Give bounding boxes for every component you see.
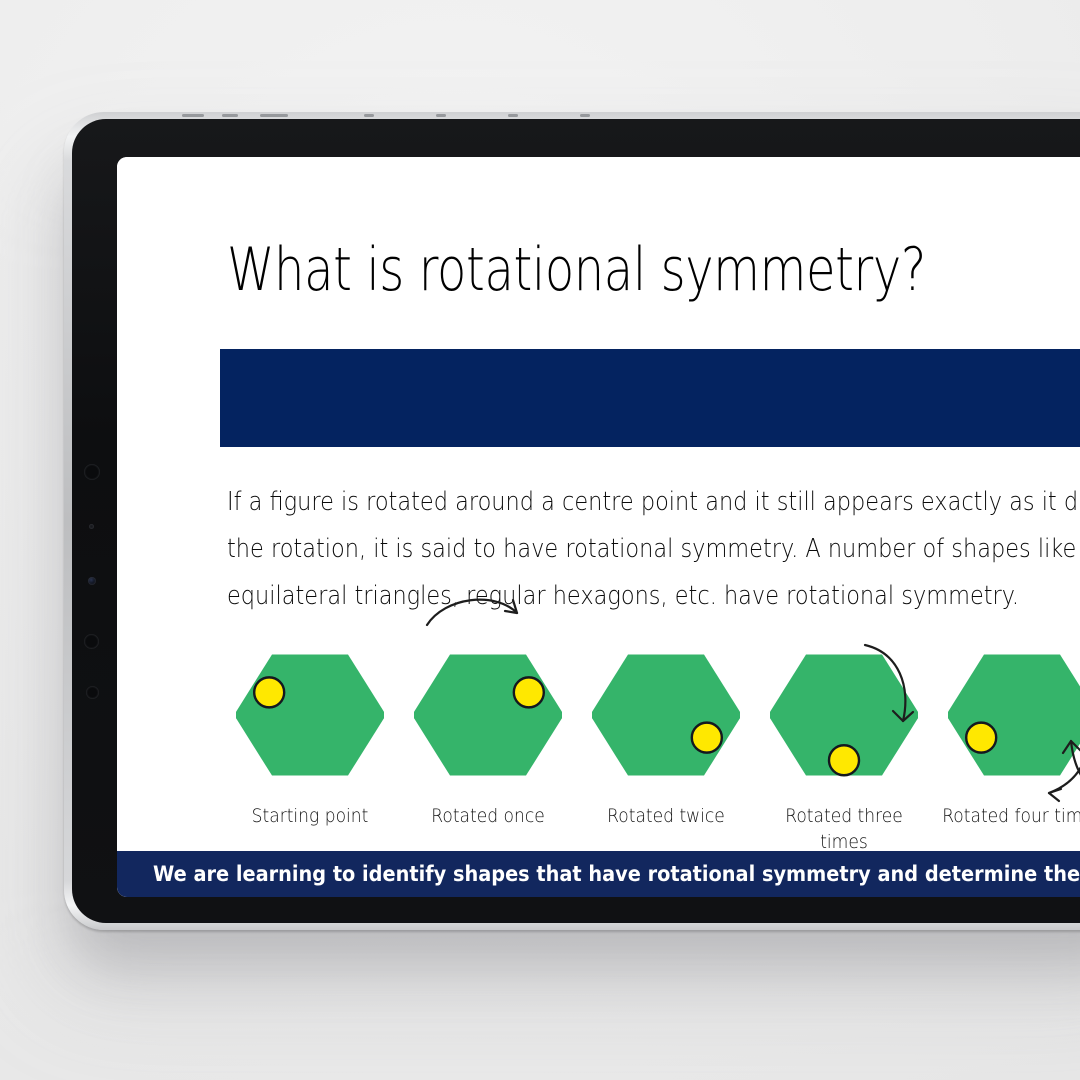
hexagon-polygon — [236, 654, 384, 775]
hexagon-shape — [770, 635, 918, 795]
rotation-step: Rotated once — [399, 635, 577, 885]
hexagon-shape — [948, 635, 1080, 795]
rotation-step-label: Rotated three times — [764, 803, 924, 855]
antenna-line — [260, 114, 288, 117]
front-camera-icon — [84, 464, 100, 480]
rotation-step-label: Starting point — [230, 803, 390, 829]
secondary-sensor-icon — [86, 686, 99, 699]
antenna-line — [182, 114, 204, 117]
hexagon-polygon — [414, 654, 562, 775]
antenna-line — [508, 114, 518, 117]
rotation-marker-dot — [254, 677, 284, 707]
rotation-step: Rotated twice — [577, 635, 755, 885]
antenna-line — [364, 114, 374, 117]
rotation-marker-dot — [692, 723, 722, 753]
learning-intention-banner: We are learning to identify shapes that … — [117, 851, 1080, 897]
page-title: What is rotational symmetry? — [227, 235, 926, 305]
rotation-marker-dot — [514, 677, 544, 707]
learning-intention-text: We are learning to identify shapes that … — [153, 862, 1080, 886]
rotation-diagram: Starting point Rotated once Rotated twice R… — [221, 635, 1080, 885]
tablet-screen[interactable]: What is rotational symmetry? If a figure… — [117, 157, 1080, 897]
presentation-slide: What is rotational symmetry? If a figure… — [117, 157, 1080, 897]
tablet-device: What is rotational symmetry? If a figure… — [64, 112, 1080, 930]
ambient-light-sensor-icon — [89, 524, 94, 529]
body-paragraph: If a figure is rotated around a centre p… — [227, 479, 1080, 620]
microphone-icon — [84, 634, 99, 649]
proximity-sensor-icon — [88, 577, 96, 585]
tablet-bezel: What is rotational symmetry? If a figure… — [72, 119, 1080, 923]
antenna-line — [436, 114, 446, 117]
antenna-line — [580, 114, 590, 117]
hexagon-shape — [414, 635, 562, 795]
rotation-step-label: Rotated twice — [586, 803, 746, 829]
rotation-marker-dot — [829, 745, 859, 775]
rotation-step: Starting point — [221, 635, 399, 885]
accent-bar — [220, 349, 1080, 447]
hexagon-shape — [236, 635, 384, 795]
hexagon-polygon — [948, 654, 1080, 775]
rotation-step: Rotated four times — [933, 635, 1080, 885]
rotation-step-label: Rotated four times — [942, 803, 1080, 829]
screenshot-scene: What is rotational symmetry? If a figure… — [0, 0, 1080, 1080]
rotation-marker-dot — [966, 723, 996, 753]
rotation-step-label: Rotated once — [408, 803, 568, 829]
hexagon-polygon — [592, 654, 740, 775]
rotation-step: Rotated three times — [755, 635, 933, 885]
antenna-line — [222, 114, 238, 117]
hexagon-shape — [592, 635, 740, 795]
